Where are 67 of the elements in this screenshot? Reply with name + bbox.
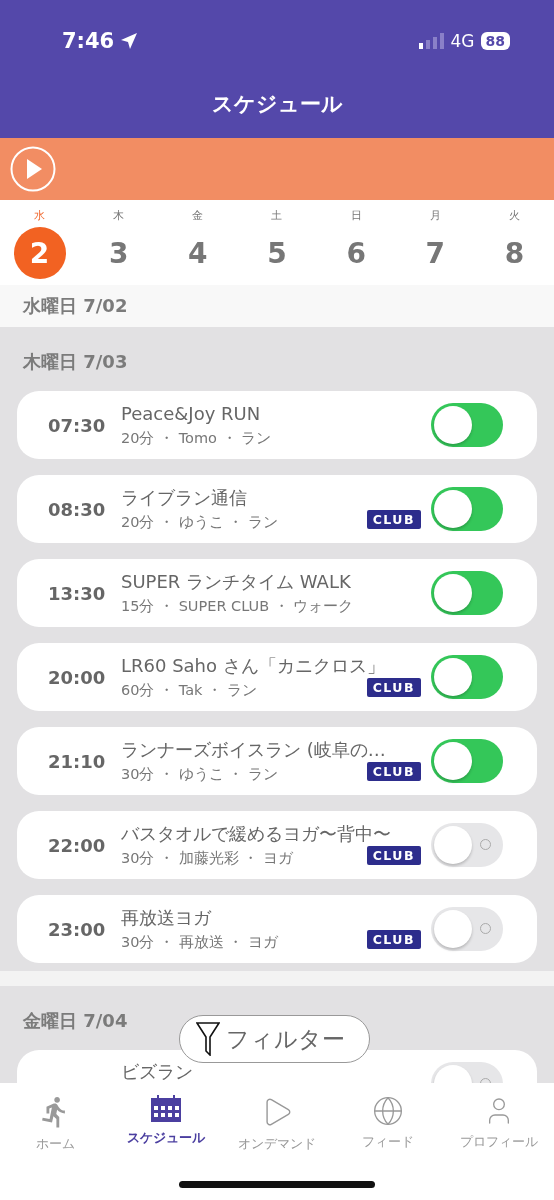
event-time: 08:30 [48,498,107,520]
tab-bar-item[interactable]: フィード [332,1083,444,1152]
day-heading: 水曜日 7/02 [23,294,128,318]
day-heading: 金曜日 7/04 [23,1009,128,1033]
signal-icon [418,33,445,49]
filter-icon [196,1022,220,1056]
weekday-label: 月 [429,208,441,223]
tab-bar-item[interactable]: スケジュール [110,1083,222,1148]
tab-bar-item[interactable]: オンデマンド [221,1083,333,1154]
tab-bar-item[interactable]: プロフィール [443,1083,554,1152]
date-button[interactable]: 6 [330,227,383,279]
date-button[interactable]: 8 [488,227,541,279]
reminder-switch[interactable] [431,571,503,615]
event-title: LR60 Saho さん「カニクロス」 [121,653,385,678]
date-button[interactable]: 7 [409,227,462,279]
reminder-switch[interactable] [431,907,503,951]
event-title: ランナーズボイスラン (岐阜の… [121,737,386,762]
globe-icon [371,1095,404,1127]
event-time: 23:00 [48,918,107,940]
screen-title: スケジュール [211,91,343,118]
event-title: 再放送ヨガ [121,905,211,930]
club-tag: CLUB [366,678,421,697]
date-button[interactable]: 3 [92,227,145,279]
reminder-switch[interactable] [431,655,503,699]
event-details: 60分 ・ Tak ・ ラン [121,681,257,701]
event-title: バスタオルで緩めるヨガ〜背中〜 [121,821,391,846]
event-time: 22:00 [48,834,107,856]
event-details: 30分 ・ 再放送 ・ ヨガ [121,933,278,953]
club-tag: CLUB [366,846,421,865]
battery-level: 88 [480,32,510,50]
event-time: 13:30 [48,582,107,604]
reminder-switch[interactable] [431,823,503,867]
event-details: 20分 ・ Tomo ・ ラン [121,429,272,449]
event-title: Peace&Joy RUN [121,401,261,426]
day-heading: 木曜日 7/03 [23,350,128,374]
event-details: 15分 ・ SUPER CLUB ・ ウォーク [121,597,354,617]
date-button[interactable]: 4 [171,227,224,279]
weekday-label: 日 [350,208,362,223]
event-title: ライブラン通信 [121,485,247,510]
weekday-label: 金 [192,208,204,223]
location-icon [120,32,139,50]
clock: 7:46 [62,29,115,53]
tab-bar-item[interactable]: ホーム [0,1083,111,1154]
weekday-label: 火 [508,208,520,223]
reminder-switch[interactable] [431,739,503,783]
date-button[interactable]: 2 [13,227,66,279]
event-title: SUPER ランチタイム WALK [121,569,351,594]
event-time: 21:10 [48,750,107,772]
network-label: 4G [450,31,475,51]
weekday-label: 木 [113,208,125,223]
club-tag: CLUB [366,930,421,949]
event-title: ビズラン [121,1060,193,1083]
reminder-switch[interactable] [431,487,503,531]
weekday-label: 水 [34,208,46,223]
play-icon[interactable] [10,146,56,192]
club-tag: CLUB [366,510,421,529]
weekday-label: 土 [271,208,283,223]
date-button[interactable]: 5 [251,227,303,279]
reminder-switch[interactable] [431,403,503,447]
calendar-icon [150,1095,183,1123]
event-details: 30分 ・ 加藤光彩 ・ ヨガ [121,849,293,869]
club-tag: CLUB [366,762,421,781]
event-time: 07:30 [48,414,107,436]
event-details: 20分 ・ ゆうこ ・ ラン [121,513,278,533]
event-details: 30分 ・ ゆうこ ・ ラン [121,765,278,785]
filter-button[interactable]: フィルター [179,1015,370,1063]
event-time: 20:00 [48,666,107,688]
